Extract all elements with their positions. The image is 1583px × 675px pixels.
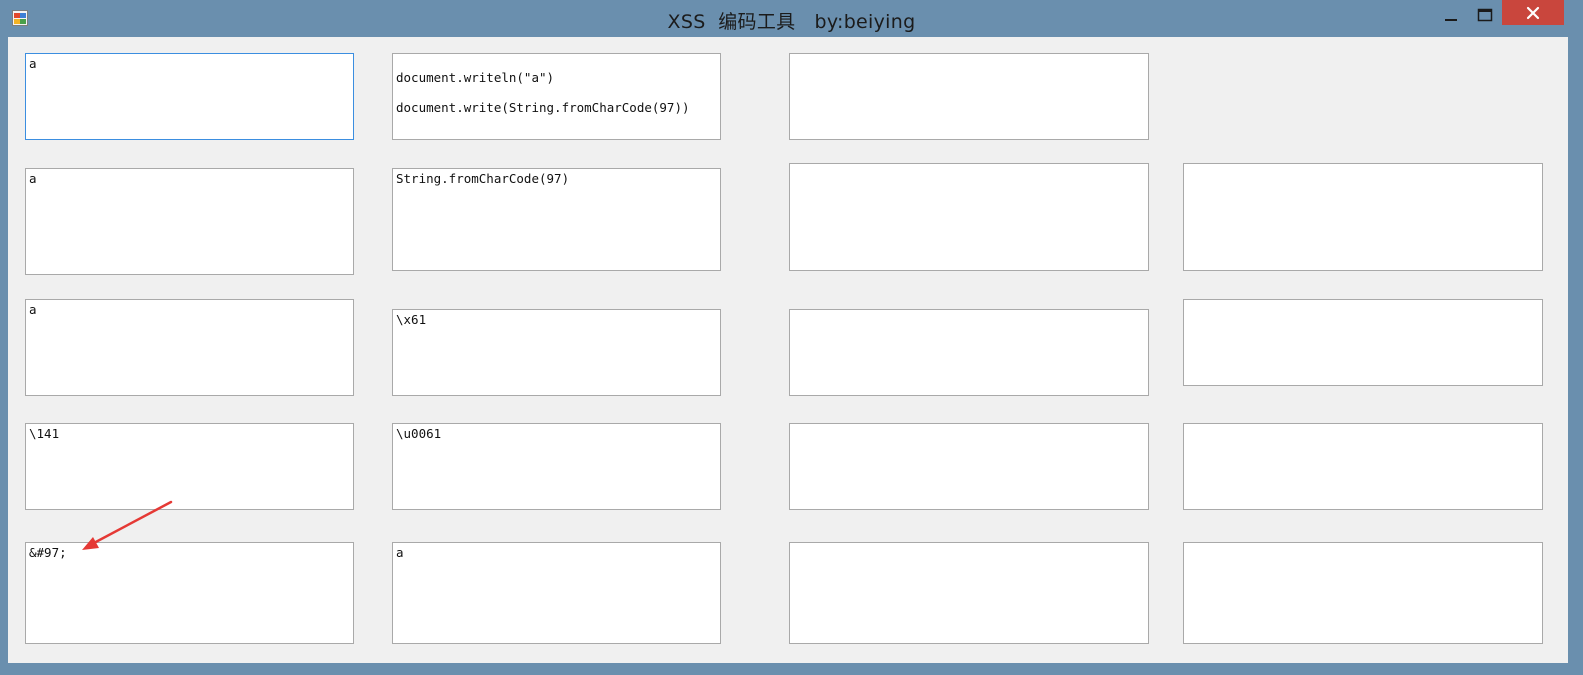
maximize-icon <box>1477 8 1493 21</box>
output-textbox-r4c4[interactable] <box>1183 423 1543 510</box>
output-textbox-r5c4[interactable] <box>1183 542 1543 644</box>
decoded-textbox-r3c1[interactable]: a <box>25 299 354 396</box>
output-textbox-r3c3[interactable] <box>789 309 1149 396</box>
output-textbox-r2c3[interactable] <box>789 163 1149 271</box>
close-button[interactable] <box>1502 0 1564 25</box>
hex-escape-textbox[interactable]: \x61 <box>392 309 721 396</box>
unicode-escape-textbox[interactable]: \u0061 <box>392 423 721 510</box>
write-fromcharcode-line: document.write(String.fromCharCode(97)) <box>396 100 690 115</box>
octal-escape-textbox[interactable]: \141 <box>25 423 354 510</box>
form-client-area: a document.writeln("a") document.write(St… <box>8 37 1568 663</box>
write-output-textbox[interactable]: document.writeln("a") document.write(Stri… <box>392 53 721 140</box>
fromcharcode-textbox[interactable]: String.fromCharCode(97) <box>392 168 721 271</box>
minimize-icon <box>1445 18 1457 21</box>
output-textbox-r2c4[interactable] <box>1183 163 1543 271</box>
output-textbox-r1c3[interactable] <box>789 53 1149 140</box>
writeln-line: document.writeln("a") <box>396 70 555 85</box>
maximize-button[interactable] <box>1470 0 1500 29</box>
window-title: XSS 编码工具 by:beiying <box>667 11 916 33</box>
title-bar[interactable]: XSS 编码工具 by:beiying <box>0 0 1583 37</box>
decoded-textbox-r2c1[interactable]: a <box>25 168 354 275</box>
app-window: XSS 编码工具 by:beiying a document.writeln("… <box>0 0 1583 675</box>
output-textbox-r3c4[interactable] <box>1183 299 1543 386</box>
minimize-button[interactable] <box>1436 0 1466 29</box>
decoded-textbox-r5c2[interactable]: a <box>392 542 721 644</box>
input-textbox[interactable]: a <box>25 53 354 140</box>
output-textbox-r4c3[interactable] <box>789 423 1149 510</box>
output-textbox-r5c3[interactable] <box>789 542 1149 644</box>
html-entity-textbox[interactable]: &#97; <box>25 542 354 644</box>
close-icon <box>1526 6 1540 19</box>
